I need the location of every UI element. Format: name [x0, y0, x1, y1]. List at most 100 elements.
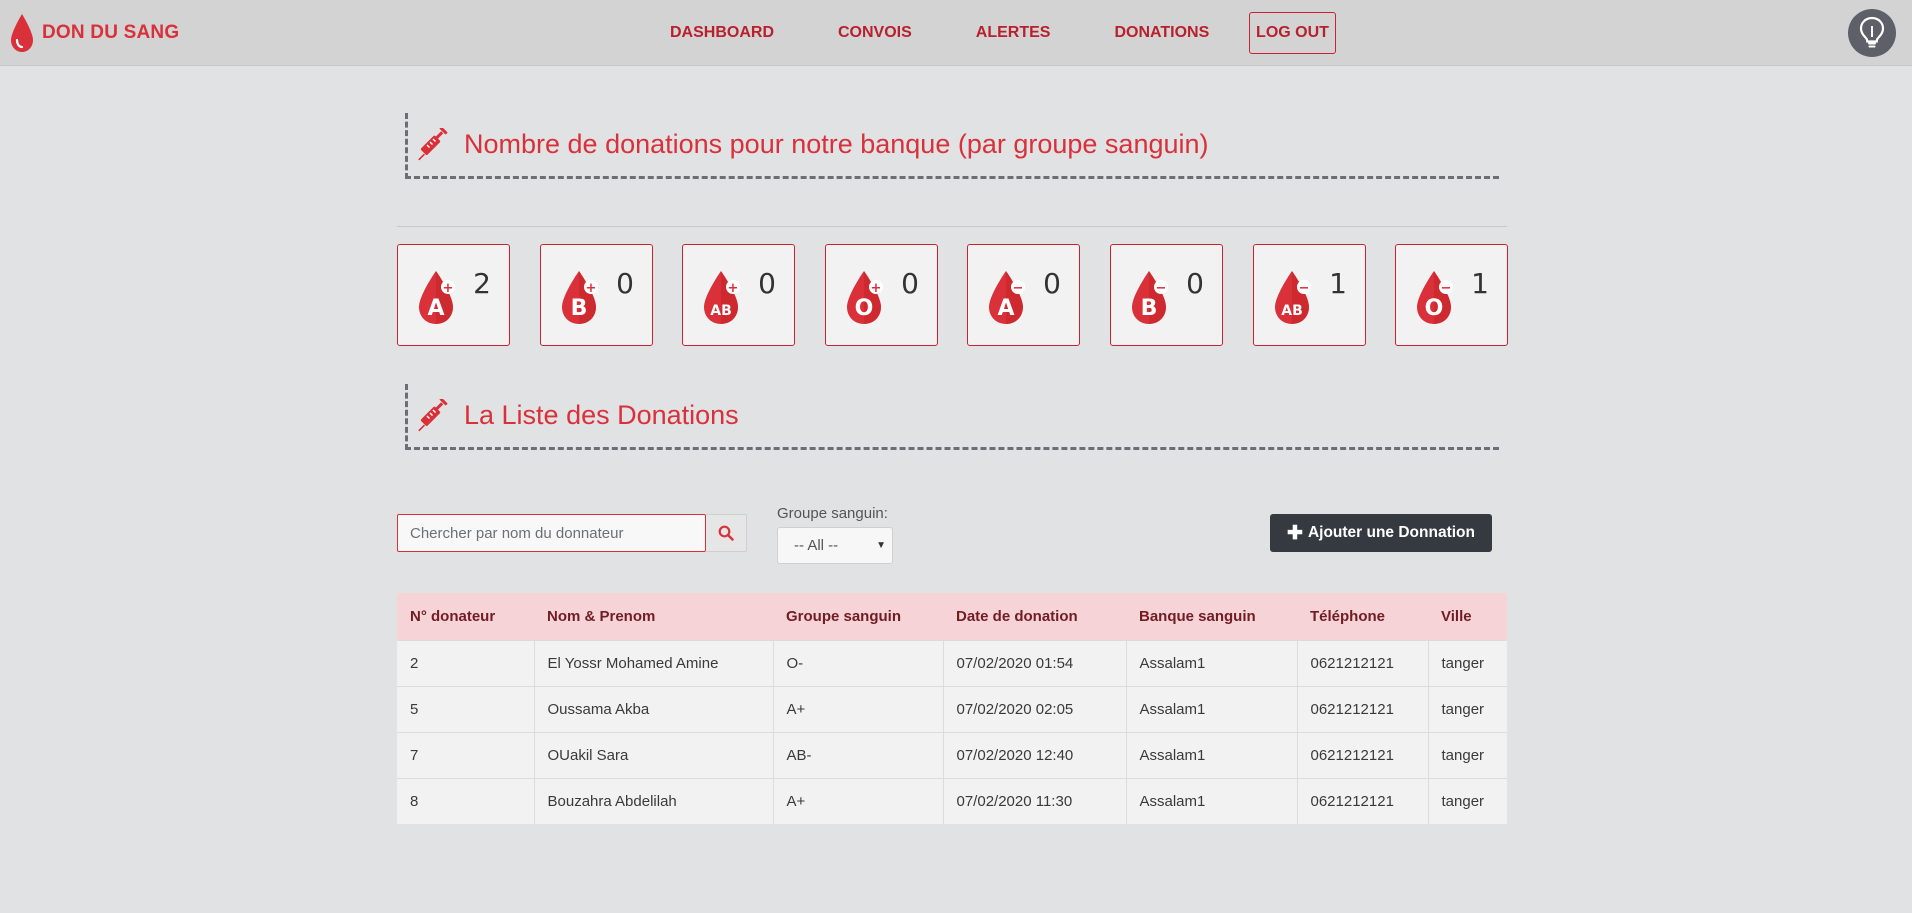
search-button[interactable]	[706, 514, 747, 552]
table-cell: O-	[772, 639, 943, 686]
table-cell: 07/02/2020 12:40	[942, 731, 1126, 778]
blood-group-card[interactable]: AB + 0	[682, 244, 795, 346]
search-input[interactable]	[397, 514, 706, 552]
table-cell: tanger	[1427, 685, 1507, 732]
add-donation-button[interactable]: ✚ Ajouter une Donnation	[1270, 514, 1492, 552]
nav-donations[interactable]: DONATIONS	[1114, 24, 1209, 42]
rh-sign-label: −	[1441, 281, 1452, 296]
table-cell: Assalam1	[1125, 685, 1297, 732]
table-row[interactable]: 8 Bouzahra Abdelilah A+ 07/02/2020 11:30…	[397, 777, 1507, 824]
table-cell: 2	[397, 639, 534, 686]
rh-sign-label: −	[1299, 281, 1310, 296]
nav-convois[interactable]: CONVOIS	[838, 24, 912, 42]
blood-type-label: B	[1141, 296, 1158, 321]
nav-alertes[interactable]: ALERTES	[976, 24, 1051, 42]
blood-type-label: O	[855, 296, 874, 321]
blood-group-card[interactable]: O − 1	[1395, 244, 1508, 346]
blood-type-label: AB	[1281, 303, 1303, 319]
table-cell: AB-	[772, 731, 943, 778]
help-button[interactable]	[1848, 9, 1896, 57]
table-cell: El Yossr Mohamed Amine	[533, 639, 773, 686]
blood-group-card[interactable]: O +0	[825, 244, 938, 346]
rh-sign-label: −	[1156, 281, 1167, 296]
table-cell: 8	[397, 777, 534, 824]
syringe-icon	[418, 127, 448, 160]
brand-name: DON DU SANG	[42, 22, 180, 43]
summary-title: Nombre de donations pour notre banque (p…	[464, 129, 1209, 159]
blood-group-card[interactable]: A +2	[397, 244, 510, 346]
table-cell: tanger	[1427, 777, 1507, 824]
blood-drop-icon: B+	[562, 271, 598, 324]
blood-drop-icon: A−	[989, 271, 1025, 324]
blood-group-count: 0	[901, 267, 919, 300]
blood-type-label: AB	[710, 303, 732, 319]
table-row[interactable]: 2 El Yossr Mohamed Amine O- 07/02/2020 0…	[397, 639, 1507, 686]
table-cell: 7	[397, 731, 534, 778]
blood-group-cards: A +2 B +0 AB +0 O +0 A −0 B −0 AB −1 O −1	[397, 244, 1508, 346]
caret-down-icon: ▼	[876, 540, 886, 551]
blood-drop-icon: O−	[1417, 271, 1453, 324]
column-header[interactable]: Banque sanguin	[1126, 593, 1297, 640]
rh-sign-label: +	[443, 281, 454, 296]
logout-button[interactable]: LOG OUT	[1249, 12, 1336, 54]
blood-type-label: B	[571, 296, 588, 321]
blood-type-label: O	[1425, 296, 1444, 321]
table-cell: 07/02/2020 11:30	[942, 777, 1126, 824]
column-header[interactable]: Date de donation	[943, 593, 1126, 640]
blood-group-filter[interactable]: -- All -- ▼	[777, 527, 893, 564]
table-header-row: N° donateur Nom & Prenom Groupe sanguin …	[397, 593, 1507, 640]
table-cell: Assalam1	[1125, 639, 1297, 686]
blood-drop-icon: O+	[847, 271, 883, 324]
plus-icon: ✚	[1287, 522, 1303, 544]
blood-group-count: 0	[1186, 267, 1204, 300]
divider	[397, 226, 1507, 227]
table-cell: 0621212121	[1296, 685, 1428, 732]
table-cell: 07/02/2020 01:54	[942, 639, 1126, 686]
blood-drop-icon: B−	[1132, 271, 1168, 324]
table-cell: A+	[772, 777, 943, 824]
table-cell: Bouzahra Abdelilah	[533, 777, 773, 824]
filter-selected-value: -- All --	[794, 537, 839, 554]
column-header[interactable]: Nom & Prenom	[534, 593, 773, 640]
list-title: La Liste des Donations	[464, 400, 739, 430]
blood-group-count: 1	[1471, 267, 1489, 300]
table-cell: Assalam1	[1125, 731, 1297, 778]
navbar: DON DU SANG DASHBOARD CONVOIS ALERTES DO…	[0, 0, 1912, 66]
column-header[interactable]: Groupe sanguin	[773, 593, 943, 640]
summary-heading: Nombre de donations pour notre banque (p…	[405, 113, 1499, 179]
rh-sign-label: +	[871, 281, 882, 296]
blood-group-count: 0	[616, 267, 634, 300]
table-cell: Assalam1	[1125, 777, 1297, 824]
blood-group-count: 0	[1043, 267, 1061, 300]
blood-group-card[interactable]: B − 0	[1110, 244, 1223, 346]
filter-label: Groupe sanguin:	[777, 505, 888, 522]
blood-group-count: 2	[473, 267, 491, 300]
brand-logo[interactable]: DON DU SANG	[8, 12, 179, 54]
add-donation-label: Ajouter une Donnation	[1307, 524, 1475, 541]
syringe-icon	[418, 398, 448, 431]
table-row[interactable]: 5 Oussama Akba A+ 07/02/2020 02:05 Assal…	[397, 685, 1507, 732]
table-row[interactable]: 7 OUakil Sara AB- 07/02/2020 12:40 Assal…	[397, 731, 1507, 778]
blood-drop-icon: AB −	[1275, 271, 1311, 324]
blood-group-count: 0	[758, 267, 776, 300]
search-icon	[718, 525, 734, 541]
table-cell: 0621212121	[1296, 731, 1428, 778]
blood-group-card[interactable]: A − 0	[967, 244, 1080, 346]
table-cell: tanger	[1427, 639, 1507, 686]
table-cell: 07/02/2020 02:05	[942, 685, 1126, 732]
table-cell: tanger	[1427, 731, 1507, 778]
donations-table: N° donateur Nom & Prenom Groupe sanguin …	[397, 593, 1507, 824]
blood-type-label: A	[997, 296, 1014, 321]
rh-sign-label: +	[586, 281, 597, 296]
column-header[interactable]: N° donateur	[397, 593, 534, 640]
blood-group-card[interactable]: B +0	[540, 244, 653, 346]
lightbulb-icon	[1859, 16, 1885, 48]
nav-dashboard[interactable]: DASHBOARD	[670, 24, 774, 42]
column-header[interactable]: Ville	[1428, 593, 1507, 640]
table-cell: Oussama Akba	[533, 685, 773, 732]
column-header[interactable]: Téléphone	[1297, 593, 1428, 640]
main-nav: DASHBOARD CONVOIS ALERTES DONATIONS	[670, 0, 1273, 66]
blood-drop-icon: AB +	[704, 271, 740, 324]
blood-group-card[interactable]: AB − 1	[1253, 244, 1366, 346]
list-heading: La Liste des Donations	[405, 384, 1499, 450]
